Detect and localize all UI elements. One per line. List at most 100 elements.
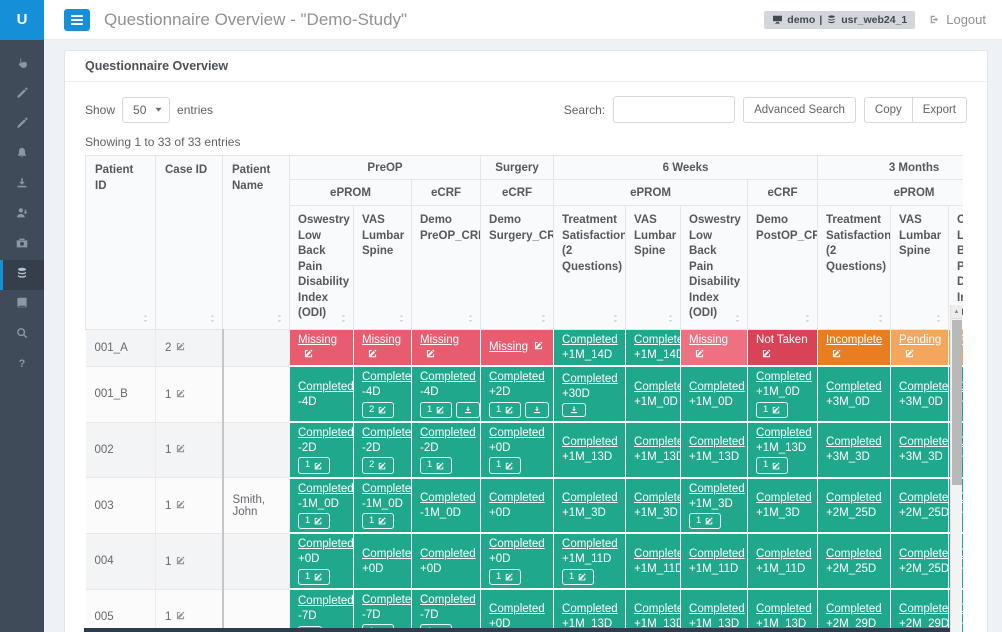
status-link[interactable]: Completed — [756, 427, 812, 439]
status-link[interactable]: Completed — [689, 436, 745, 448]
column-header[interactable]: Demo PreOP_CRF — [412, 206, 481, 330]
status-cell[interactable]: Completed+1M_11D — [626, 533, 681, 589]
status-cell[interactable]: Completed+3M_0D — [818, 366, 891, 422]
edit-count-badge[interactable]: 2 — [362, 402, 394, 418]
status-link[interactable]: Completed — [298, 427, 354, 439]
status-cell[interactable]: Completed+1M_11D — [681, 533, 748, 589]
scroll-up-arrow-icon[interactable]: ▲ — [951, 305, 962, 319]
status-cell[interactable]: Completed+1M_13D — [681, 422, 748, 478]
status-cell[interactable]: Completed+1M_11D1 — [554, 533, 626, 589]
status-cell[interactable]: Completed-7D — [290, 589, 354, 632]
status-cell[interactable]: Completed-7D1 — [354, 589, 412, 632]
copy-button[interactable]: Copy — [864, 97, 913, 123]
edit-icon[interactable] — [425, 349, 436, 361]
status-cell[interactable]: Completed+2M_25D — [891, 478, 949, 534]
status-cell[interactable]: Completed+2D1 — [481, 366, 554, 422]
status-link[interactable]: Completed — [689, 603, 745, 615]
status-link[interactable]: Completed — [362, 483, 412, 495]
status-link[interactable]: Missing — [298, 334, 337, 346]
status-link[interactable]: Completed — [562, 373, 618, 385]
status-link[interactable]: Completed — [899, 381, 949, 393]
column-header[interactable]: VAS Lumbar Spine — [354, 206, 412, 330]
status-cell[interactable]: Completed+1M_13D — [554, 589, 626, 632]
status-cell[interactable]: Completed+2M_25D — [818, 533, 891, 589]
status-cell[interactable]: Completed+1M_3D — [626, 478, 681, 534]
edit-icon[interactable] — [533, 341, 544, 353]
status-link[interactable]: Completed — [562, 603, 618, 615]
edit-icon[interactable] — [175, 500, 186, 512]
status-link[interactable]: Completed — [689, 548, 745, 560]
status-cell[interactable]: Completed-1M_0D1 — [354, 478, 412, 534]
status-cell[interactable]: Completed+1M_13D — [681, 589, 748, 632]
status-link[interactable]: Completed — [420, 427, 476, 439]
status-link[interactable]: Completed — [899, 436, 949, 448]
status-cell[interactable]: Completed-2D1 — [290, 422, 354, 478]
status-link[interactable]: Completed — [362, 371, 412, 383]
status-cell[interactable]: Completed+0D — [354, 533, 412, 589]
column-header[interactable]: VAS Lumbar Spine — [626, 206, 681, 330]
edit-icon[interactable] — [175, 556, 186, 568]
sidebar-item-2[interactable] — [0, 80, 44, 110]
sort-icon[interactable] — [933, 312, 944, 325]
status-cell[interactable]: Completed+1M_13D — [748, 589, 818, 632]
status-cell[interactable]: Pending — [891, 329, 949, 366]
status-link[interactable]: Completed — [362, 548, 412, 560]
status-link[interactable]: Completed — [826, 492, 882, 504]
sort-icon[interactable] — [732, 312, 743, 325]
edit-count-badge[interactable]: 2 — [362, 457, 394, 473]
status-link[interactable]: Completed — [634, 381, 681, 393]
status-link[interactable]: Completed — [689, 483, 745, 495]
status-link[interactable]: Completed — [420, 371, 476, 383]
status-link[interactable]: Completed — [826, 381, 882, 393]
status-link[interactable]: Completed — [562, 436, 618, 448]
status-link[interactable]: Completed — [489, 603, 545, 615]
sidebar-item-11[interactable]: ? — [0, 350, 44, 380]
status-cell[interactable]: Missing — [354, 329, 412, 366]
sort-icon[interactable] — [396, 312, 407, 325]
status-link[interactable]: Completed — [826, 603, 882, 615]
status-cell[interactable]: Completed+1M_13D — [626, 589, 681, 632]
edit-count-badge[interactable]: 1 — [489, 457, 521, 473]
status-cell[interactable]: Completed+3M_0D — [891, 366, 949, 422]
sort-icon[interactable] — [802, 312, 813, 325]
edit-count-badge[interactable]: 1 — [562, 569, 594, 585]
edit-count-badge[interactable]: 1 — [298, 513, 330, 529]
edit-count-badge[interactable]: 1 — [756, 457, 788, 473]
status-cell[interactable]: Completed+1M_0D — [681, 366, 748, 422]
sidebar-item-9[interactable] — [0, 290, 44, 320]
vertical-scrollbar[interactable]: ▲ — [950, 305, 962, 632]
edit-count-badge[interactable]: 1 — [298, 457, 330, 473]
edit-count-badge[interactable]: 1 — [489, 569, 521, 585]
status-cell[interactable]: Completed+0D — [481, 478, 554, 534]
sort-icon[interactable] — [207, 312, 218, 325]
status-cell[interactable]: Missing — [412, 329, 481, 366]
status-cell[interactable]: Completed+1M_3D — [748, 478, 818, 534]
status-cell[interactable]: Completed+0D — [481, 589, 554, 632]
status-cell[interactable]: Completed-4D — [290, 366, 354, 422]
status-link[interactable]: Completed — [899, 603, 949, 615]
sort-icon[interactable] — [875, 312, 886, 325]
edit-icon[interactable] — [761, 349, 772, 361]
status-cell[interactable]: Missing — [481, 329, 554, 366]
edit-count-badge[interactable]: 1 — [756, 402, 788, 418]
status-cell[interactable]: Completed+1M_11D — [748, 533, 818, 589]
edit-icon[interactable] — [904, 349, 915, 361]
status-link[interactable]: Completed — [756, 371, 812, 383]
status-cell[interactable]: Not Taken — [748, 329, 818, 366]
sidebar-item-6[interactable] — [0, 200, 44, 230]
search-input[interactable] — [613, 96, 735, 123]
status-cell[interactable]: Completed-4D2 — [354, 366, 412, 422]
status-link[interactable]: Missing — [420, 334, 459, 346]
download-badge[interactable] — [456, 402, 480, 418]
status-link[interactable]: Completed — [826, 548, 882, 560]
edit-icon[interactable] — [962, 349, 963, 361]
status-link[interactable]: Completed — [689, 381, 745, 393]
status-link[interactable]: Completed — [634, 436, 681, 448]
column-header[interactable]: Treatment Satisfaction (2 Questions) — [554, 206, 626, 330]
status-link[interactable]: Completed — [634, 603, 681, 615]
column-header[interactable]: Demo Surgery_CRF — [481, 206, 554, 330]
status-cell[interactable]: Completed+1M_13D1 — [748, 422, 818, 478]
status-cell[interactable]: Completed-1M_0D1 — [290, 478, 354, 534]
column-header-patient-id[interactable]: Patient ID — [86, 156, 156, 330]
status-cell[interactable]: Completed+1M_0D1 — [748, 366, 818, 422]
